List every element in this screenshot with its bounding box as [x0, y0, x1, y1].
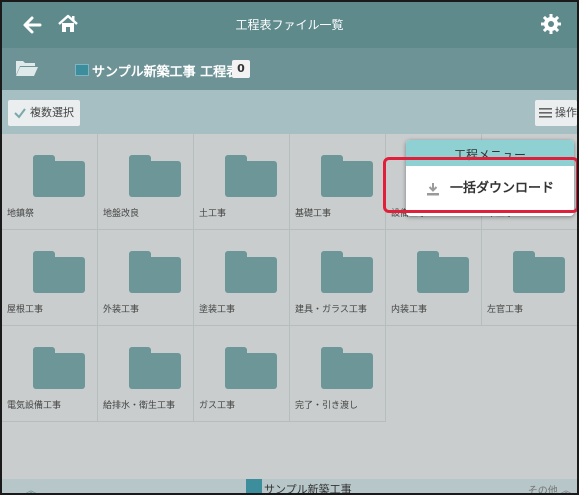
bulk-download-label: 一括ダウンロード [450, 181, 555, 196]
top-bar: 工程表ファイル一覧 [2, 2, 577, 48]
folder-label: 地盤改良 [103, 209, 140, 219]
folder-label: 塗装工事 [199, 305, 236, 315]
folder-icon [321, 347, 373, 389]
folder-label: 外装工事 [103, 305, 140, 315]
folder-icon [129, 347, 181, 389]
bulk-download-item[interactable]: 一括ダウンロード [406, 172, 574, 206]
folder-item[interactable]: 建具・ガラス工事 [290, 230, 386, 326]
folder-label: 内装工事 [391, 305, 428, 315]
hamburger-icon [539, 108, 552, 118]
folder-icon [225, 155, 277, 197]
folder-label: 地鎮祭 [7, 209, 35, 219]
folder-item[interactable]: 地鎮祭 [2, 134, 98, 230]
folder-icon [225, 347, 277, 389]
menu-header: 工程メニュー [406, 140, 574, 166]
other-label: その他 [527, 486, 558, 495]
folder-icon [417, 251, 469, 293]
folder-icon [33, 347, 85, 389]
open-folder-icon[interactable] [15, 58, 39, 78]
folder-label: 屋根工事 [7, 305, 44, 315]
folder-label: 給排水・衛生工事 [103, 401, 176, 411]
app-frame: 工程表ファイル一覧 サンプル新築工事 工程表 0 複数選択 操作 地鎮祭 地盤改… [0, 0, 579, 495]
process-menu-popup: 工程メニュー 一括ダウンロード [406, 140, 574, 216]
folder-item[interactable]: 土工事 [194, 134, 290, 230]
folder-item[interactable]: 内装工事 [386, 230, 482, 326]
multi-select-button[interactable]: 複数選択 [8, 100, 80, 126]
folder-icon [321, 155, 373, 197]
project-thumbnail-icon [246, 479, 262, 493]
folder-item[interactable]: 給排水・衛生工事 [98, 326, 194, 422]
folder-item[interactable]: 左官工事 [482, 230, 577, 326]
page-title: 工程表ファイル一覧 [235, 18, 344, 32]
bottom-bar: ︽ サンプル新築工事 その他 ︽ [2, 479, 577, 495]
folder-icon [513, 251, 565, 293]
project-file-icon [75, 64, 89, 76]
folder-item[interactable]: ガス工事 [194, 326, 290, 422]
folder-item[interactable]: 電気設備工事 [2, 326, 98, 422]
chevron-up-icon[interactable]: ︽ [26, 482, 36, 493]
footer-project-name[interactable]: サンプル新築工事 [264, 481, 352, 493]
folder-label: 土工事 [199, 209, 227, 219]
folder-icon [33, 155, 85, 197]
folder-item[interactable]: 外装工事 [98, 230, 194, 326]
folder-icon [321, 251, 373, 293]
folder-item[interactable]: 地盤改良 [98, 134, 194, 230]
folder-item[interactable]: 塗装工事 [194, 230, 290, 326]
folder-icon [33, 251, 85, 293]
folder-item[interactable]: 基礎工事 [290, 134, 386, 230]
folder-label: 完了・引き渡し [295, 401, 359, 411]
gear-icon[interactable] [539, 12, 563, 36]
folder-item[interactable]: 屋根工事 [2, 230, 98, 326]
count-badge: 0 [232, 60, 250, 78]
folder-label: ガス工事 [199, 401, 236, 411]
folder-label: 左官工事 [487, 305, 524, 315]
multi-select-label: 複数選択 [30, 106, 74, 119]
other-button[interactable]: その他 ︽ [527, 482, 571, 495]
folder-item[interactable]: 完了・引き渡し [290, 326, 386, 422]
operations-button[interactable]: 操作 [535, 100, 577, 126]
operations-label: 操作 [555, 106, 577, 119]
folder-label: 建具・ガラス工事 [295, 305, 367, 315]
chevron-up-icon: ︽ [561, 486, 571, 495]
toolbar: 複数選択 操作 [2, 90, 577, 134]
folder-icon [129, 155, 181, 197]
project-title: サンプル新築工事 工程表 [92, 65, 240, 80]
folder-icon [129, 251, 181, 293]
folder-label: 電気設備工事 [7, 401, 62, 411]
download-icon [427, 183, 439, 196]
project-bar: サンプル新築工事 工程表 0 [2, 48, 577, 90]
folder-icon [225, 251, 277, 293]
checkmark-icon [14, 108, 26, 119]
folder-label: 基礎工事 [295, 209, 332, 219]
